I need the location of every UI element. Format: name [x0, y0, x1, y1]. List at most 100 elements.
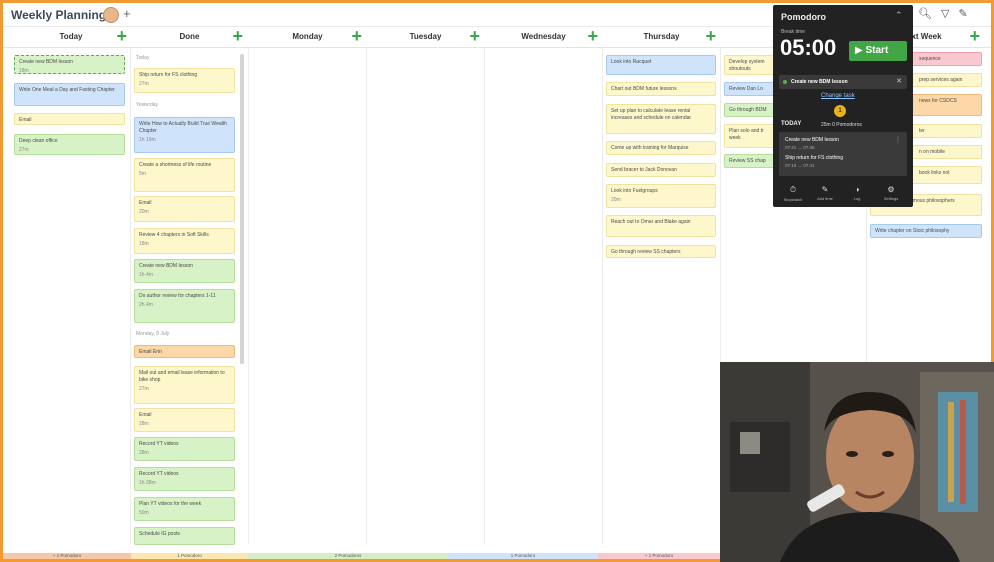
task-title: Do author review for chapters 1-11	[139, 293, 216, 299]
change-task-link[interactable]: Change task	[821, 93, 855, 99]
task-card[interactable]: Come up with training for Marquise	[606, 141, 716, 155]
task-title: Look into Fuelgroups	[611, 188, 658, 194]
task-card[interactable]: Go through review SS chapters	[606, 245, 716, 258]
task-card[interactable]: Review Dan Lo	[724, 82, 774, 96]
add-task-button[interactable]: +	[232, 26, 243, 47]
task-time: 1h 4m	[139, 272, 153, 278]
click-indicator: 1	[834, 105, 846, 117]
task-card[interactable]: Look into Fuelgroups 20m	[606, 184, 716, 208]
avatar[interactable]	[103, 7, 119, 23]
task-card[interactable]: Email Erin	[134, 345, 235, 358]
column-header-friday: F	[721, 27, 781, 48]
pomodoro-total: + 1 Pomodoro	[598, 553, 720, 559]
log-entry-time: 07:10 → 07:41	[785, 163, 815, 168]
close-icon[interactable]: ✕	[896, 77, 902, 85]
task-title: Write chapter on Stoic philosophy	[875, 228, 950, 234]
add-task-button[interactable]: +	[587, 26, 598, 47]
task-card[interactable]: Chart out BDM future lessons	[606, 82, 716, 96]
task-time: 1h 28m	[139, 480, 156, 486]
pomodoro-timer: 05:00	[780, 35, 837, 60]
task-title: Look into Racquet	[611, 59, 652, 65]
task-card[interactable]: Look into Racquet	[606, 55, 716, 75]
task-title: Email	[19, 117, 32, 123]
search-icon[interactable]: 🔍︎	[918, 8, 941, 20]
task-card[interactable]: Ship return for FS clothing 27m	[134, 68, 235, 93]
task-time: 18m	[19, 68, 29, 74]
settings-button[interactable]: ⚙ Settings	[877, 185, 905, 201]
task-card[interactable]: Email	[14, 113, 125, 125]
task-time: 1h 10m	[139, 137, 156, 143]
more-icon[interactable]: ⋮	[895, 136, 901, 143]
task-card[interactable]: Write How to Actually Build True Wealth …	[134, 117, 235, 153]
current-task-title: Create new BDM lesson	[791, 79, 848, 85]
task-card[interactable]: Send bracer to Jack Donovan	[606, 163, 716, 177]
footer-label: Log	[853, 196, 861, 201]
task-card[interactable]: Create a shortness of life routine 5m	[134, 158, 235, 192]
task-card[interactable]: Email 28m	[134, 408, 235, 432]
start-button[interactable]: ▶ Start	[849, 41, 907, 61]
task-card[interactable]: Deep clean office 27m	[14, 134, 125, 155]
add-task-button[interactable]: +	[351, 26, 362, 47]
task-time: 28m	[139, 450, 149, 456]
task-title: Create new BDM lesson	[139, 263, 193, 269]
log-button[interactable]: ◑ Log	[843, 185, 871, 201]
add-task-button[interactable]: +	[116, 26, 127, 47]
column-divider	[602, 48, 603, 544]
stopwatch-button[interactable]: ⏱ Stopwatch	[779, 185, 807, 202]
task-card[interactable]: Record YT videos 28m	[134, 437, 235, 461]
task-card[interactable]: Go through BDM	[724, 103, 774, 117]
task-card[interactable]: Review 4 chapters in Soft Skills 18m	[134, 228, 235, 254]
task-card[interactable]: Do author review for chapters 1-11 2h 4m	[134, 289, 235, 323]
presenter-video	[720, 362, 994, 562]
task-card[interactable]: Record YT videos 1h 28m	[134, 467, 235, 491]
task-title: Create new BDM lesson	[19, 59, 73, 65]
edit-icon[interactable]: ✎	[958, 8, 976, 20]
task-card[interactable]: Create new BDM lesson 18m	[14, 55, 125, 74]
task-title: Reach out to Omar and Blake again	[611, 219, 691, 225]
done-column-scrollbar[interactable]	[240, 54, 244, 364]
task-card[interactable]: Set up plan to calculate lease rental in…	[606, 104, 716, 134]
task-card[interactable]: Plan YT videos for the week 50m	[134, 497, 235, 521]
add-task-button[interactable]: +	[705, 26, 716, 47]
current-task[interactable]: Create new BDM lesson ✕	[779, 75, 907, 89]
board-title[interactable]: Weekly Planning	[11, 8, 106, 22]
task-card[interactable]: Mail out and email lease information to …	[134, 366, 235, 404]
task-title: Plan YT videos for the week	[139, 501, 202, 507]
task-card[interactable]: Plan solo and tr week	[724, 124, 774, 148]
log-entry-task: Create new BDM lesson	[785, 137, 839, 143]
column-title: Done	[179, 32, 200, 41]
add-task-button[interactable]: +	[469, 26, 480, 47]
toolbar-icons: 🔍︎▽✎	[918, 7, 977, 20]
task-card[interactable]: Review SS chap	[724, 154, 774, 168]
task-card[interactable]: Create new BDM lesson 1h 4m	[134, 259, 235, 283]
task-title: Go through review SS chapters	[611, 249, 681, 255]
task-card[interactable]: Schedule IG posts	[134, 527, 235, 545]
stopwatch-icon: ⏱	[789, 185, 797, 194]
log-entry-time: 07:41 → 07:36	[785, 145, 815, 150]
pomodoro-title: Pomodoro	[781, 12, 826, 22]
task-time: 20m	[139, 209, 149, 215]
task-title: Review Dan Lo	[729, 86, 763, 92]
add-board-button[interactable]: +	[123, 6, 131, 21]
task-card[interactable]: Write One Meal a Day and Fasting Chapter	[14, 83, 125, 106]
task-card[interactable]: Reach out to Omar and Blake again	[606, 215, 716, 237]
task-title: Mail out and email lease information to …	[139, 370, 225, 383]
today-label: TODAY	[781, 121, 802, 127]
task-card[interactable]: Develop system shoutouts	[724, 55, 774, 75]
task-time: 27m	[139, 81, 149, 87]
pomodoro-total: + 1 Pomodoro	[3, 553, 131, 559]
add-time-button[interactable]: ✎ Add time	[811, 185, 839, 201]
task-card[interactable]: Write chapter on Stoic philosophy	[870, 224, 982, 238]
task-title: Ship return for FS clothing	[139, 72, 198, 78]
chevron-up-icon[interactable]: ⌃	[895, 10, 903, 21]
section-label-monday: Monday, 8 July	[136, 331, 170, 337]
add-task-button[interactable]: +	[969, 26, 980, 47]
log-icon: ◑	[854, 185, 860, 194]
task-time: 5m	[139, 171, 146, 177]
column-divider	[484, 48, 485, 544]
column-divider	[366, 48, 367, 544]
filter-icon[interactable]: ▽	[941, 8, 958, 20]
webcam-overlay	[720, 362, 994, 562]
task-card[interactable]: Email 20m	[134, 196, 235, 222]
log-entry-task: Ship return for FS clothing	[785, 155, 844, 161]
